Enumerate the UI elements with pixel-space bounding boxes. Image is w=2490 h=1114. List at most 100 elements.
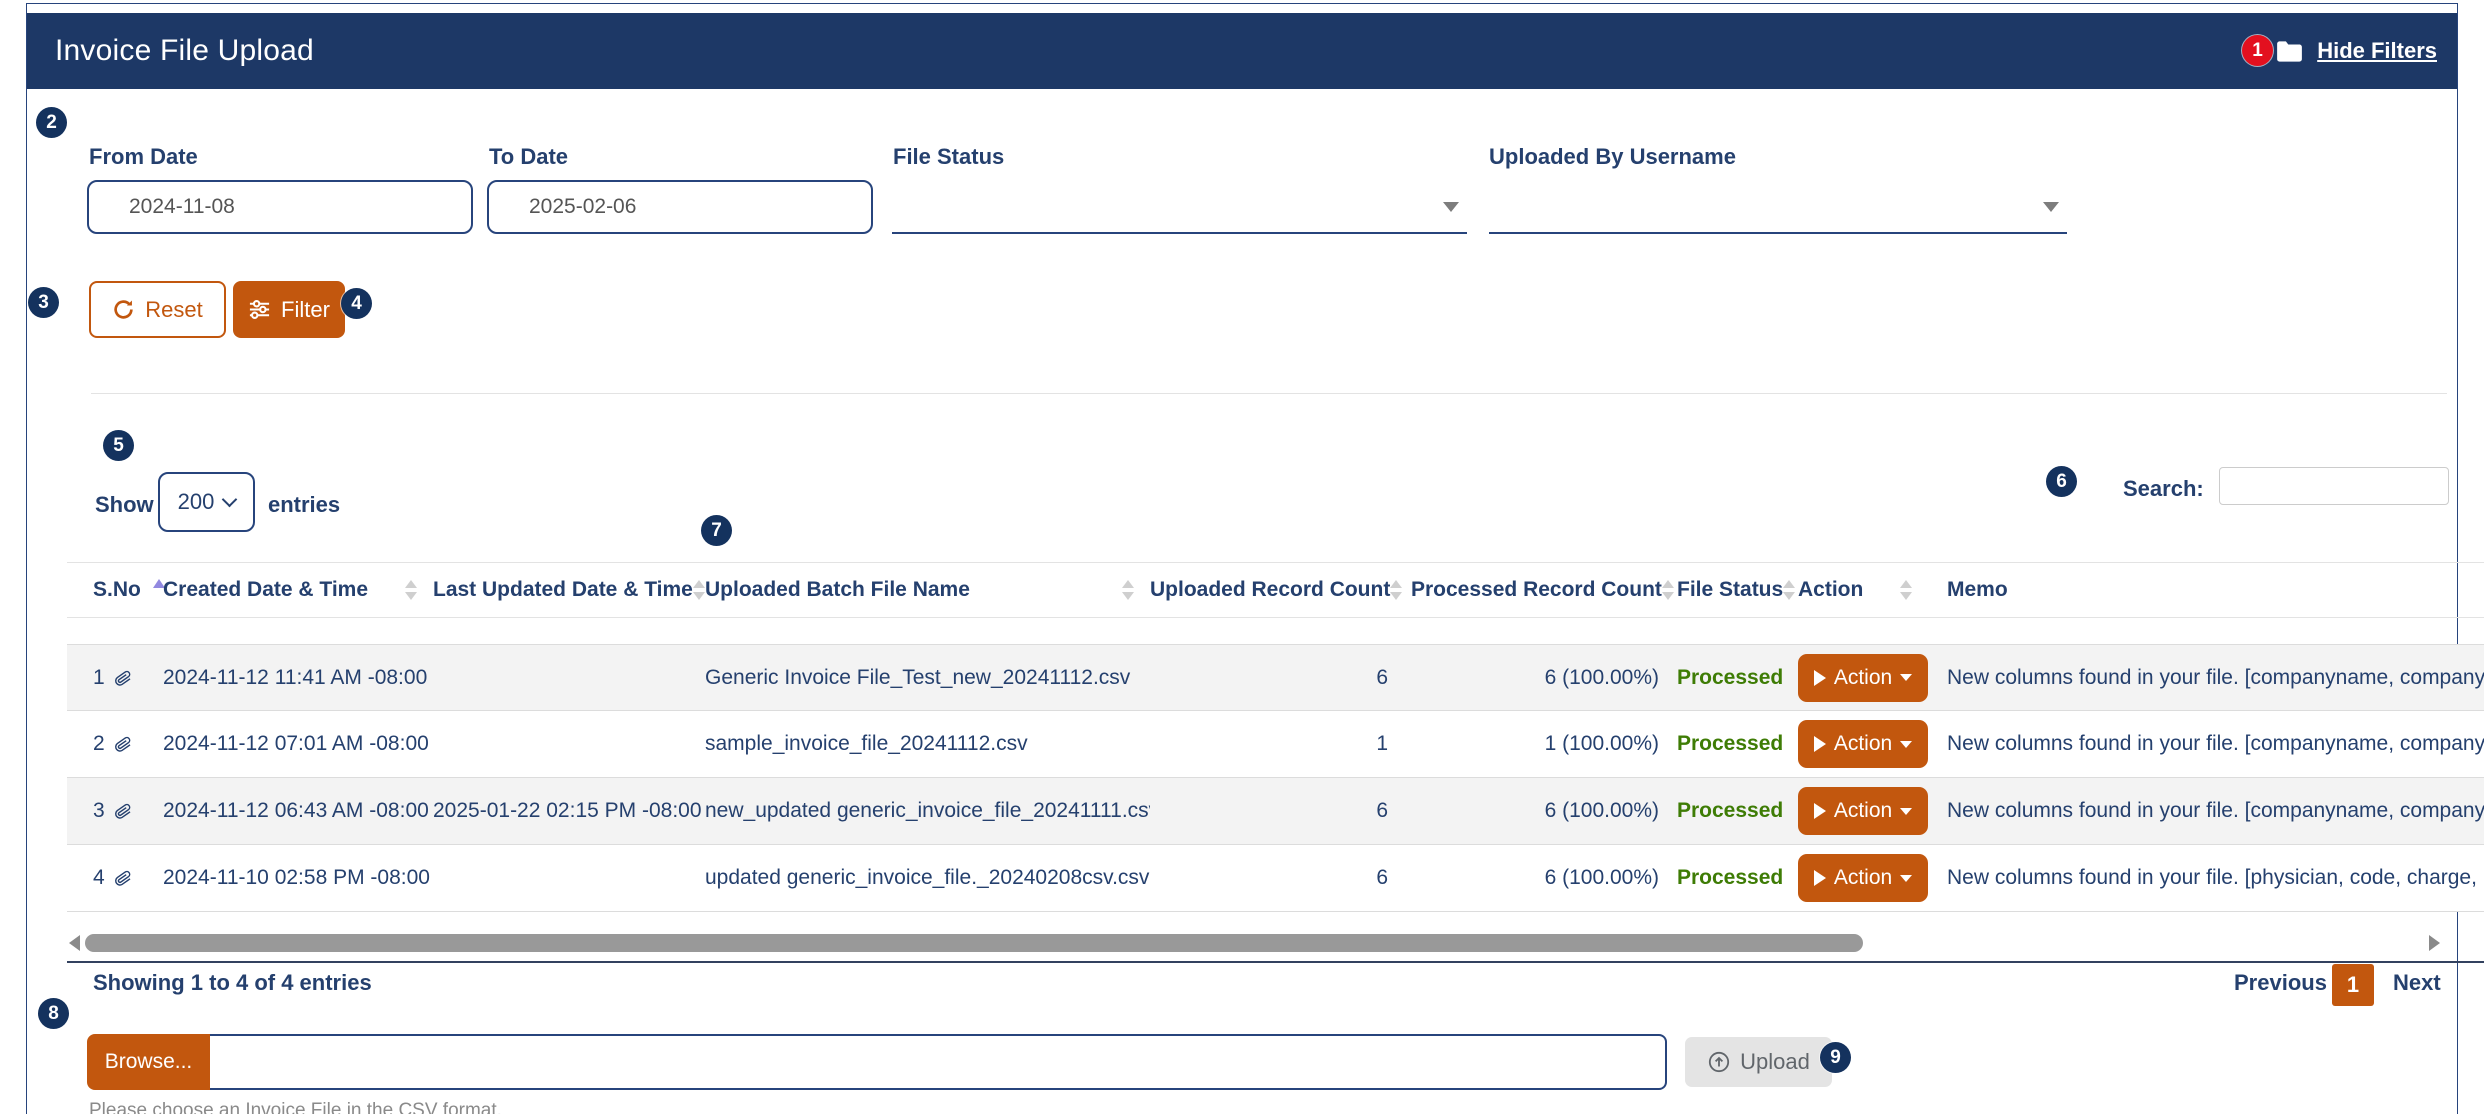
showing-entries-text: Showing 1 to 4 of 4 entries (93, 970, 372, 996)
status-badge: Processed (1659, 666, 1783, 690)
column-header-memo: Memo (1928, 563, 2484, 617)
search-input[interactable] (2219, 467, 2449, 505)
scrollbar-thumb[interactable] (85, 934, 1863, 952)
cell-sno: 2 (93, 732, 163, 756)
som-badge-8: 8 (38, 998, 69, 1029)
table-row: 12024-11-12 11:41 AM -08:00Generic Invoi… (67, 644, 2484, 711)
column-header-processed[interactable]: Processed Record Count (1393, 563, 1659, 617)
cell-processed-count: 6 (100.00%) (1393, 666, 1659, 690)
pagination-previous[interactable]: Previous (2234, 970, 2327, 996)
hide-filters-link[interactable]: Hide Filters (2317, 38, 2437, 64)
file-input[interactable] (210, 1034, 1667, 1090)
som-badge-2: 2 (36, 107, 67, 138)
upload-button[interactable]: Upload (1685, 1037, 1832, 1087)
som-badge-9: 9 (1820, 1042, 1851, 1073)
cell-sno: 4 (93, 866, 163, 890)
chevron-down-icon (1900, 674, 1912, 681)
cell-updated: 2025-01-22 02:15 PM -08:00 (433, 799, 705, 823)
table-bottom-border (67, 961, 2484, 963)
column-header-status[interactable]: File Status (1659, 563, 1783, 617)
cell-filename: new_updated generic_invoice_file_2024111… (705, 799, 1150, 823)
attachment-icon[interactable] (113, 668, 133, 688)
sort-icon (405, 580, 417, 600)
column-header-action[interactable]: Action (1783, 563, 1928, 617)
table-row: 42024-11-10 02:58 PM -08:00updated gener… (67, 845, 2484, 912)
scroll-right-arrow-icon[interactable] (2429, 935, 2440, 951)
sort-icon (693, 580, 705, 600)
cell-memo: New columns found in your file. [company… (1928, 666, 2484, 690)
cell-sno: 3 (93, 799, 163, 823)
column-header-created[interactable]: Created Date & Time (163, 563, 433, 617)
from-date-input[interactable] (87, 180, 473, 234)
play-icon (1814, 870, 1826, 886)
table-row: 22024-11-12 07:01 AM -08:00 sample_invoic… (67, 711, 2484, 778)
pagination-page-1[interactable]: 1 (2332, 964, 2374, 1006)
attachment-icon[interactable] (113, 734, 133, 754)
page-size-select[interactable]: 200 (158, 472, 255, 532)
play-icon (1814, 803, 1826, 819)
horizontal-scrollbar (67, 932, 2484, 954)
cell-created: 2024-11-12 06:43 AM -08:00 (163, 799, 433, 823)
cell-memo: New columns found in your file. [company… (1928, 799, 2484, 823)
som-badge-4: 4 (341, 288, 372, 319)
folder-icon (2276, 40, 2303, 63)
page-title: Invoice File Upload (55, 34, 314, 68)
cell-uploaded-count: 1 (1150, 732, 1393, 756)
row-action-button[interactable]: Action (1798, 654, 1928, 702)
file-status-label: File Status (893, 144, 1004, 170)
som-badge-6: 6 (2046, 466, 2077, 497)
upload-helper-text: Please choose an Invoice File in the CSV… (89, 1100, 502, 1114)
row-action-button[interactable]: Action (1798, 854, 1928, 902)
search-label: Search: (2123, 476, 2204, 502)
row-action-button[interactable]: Action (1798, 787, 1928, 835)
chevron-down-icon (2043, 202, 2059, 212)
column-header-updated[interactable]: Last Updated Date & Time (433, 563, 705, 617)
cell-created: 2024-11-12 11:41 AM -08:00 (163, 666, 433, 690)
status-badge: Processed (1659, 866, 1783, 890)
pagination-next[interactable]: Next (2393, 970, 2441, 996)
column-header-filename[interactable]: Uploaded Batch File Name (705, 563, 1150, 617)
browse-button[interactable]: Browse... (87, 1034, 210, 1090)
table-header-row: S.NoCreated Date & TimeLast Updated Date… (67, 562, 2484, 618)
chevron-down-icon (1900, 741, 1912, 748)
reset-icon (112, 298, 135, 321)
filter-button[interactable]: Filter (233, 281, 345, 338)
column-header-sno[interactable]: S.No (93, 563, 163, 617)
to-date-input[interactable] (487, 180, 873, 234)
chevron-down-icon (1443, 202, 1459, 212)
show-label: Show (95, 492, 154, 518)
cell-uploaded-count: 6 (1150, 666, 1393, 690)
page: Invoice File Upload Hide Filters From Da… (0, 0, 2490, 1114)
uploaded-by-select[interactable] (1489, 180, 2067, 234)
uploaded-by-label: Uploaded By Username (1489, 144, 1736, 170)
cell-filename: updated generic_invoice_file._20240208cs… (705, 866, 1150, 890)
cell-sno: 1 (93, 666, 163, 690)
som-badge-5: 5 (103, 430, 134, 461)
table-body: 12024-11-12 11:41 AM -08:00Generic Invoi… (67, 644, 2484, 912)
file-status-select[interactable] (892, 180, 1467, 234)
sliders-icon (248, 298, 271, 321)
play-icon (1814, 670, 1826, 686)
sort-icon (1122, 580, 1134, 600)
som-badge-1: 1 (2242, 35, 2273, 66)
divider (91, 393, 2447, 394)
scroll-left-arrow-icon[interactable] (69, 935, 80, 951)
cell-uploaded-count: 6 (1150, 866, 1393, 890)
column-header-uploaded[interactable]: Uploaded Record Count (1150, 563, 1393, 617)
som-badge-3: 3 (28, 287, 59, 318)
row-action-button[interactable]: Action (1798, 720, 1928, 768)
cell-uploaded-count: 6 (1150, 799, 1393, 823)
status-badge: Processed (1659, 799, 1783, 823)
cell-filename: sample_invoice_file_20241112.csv (705, 732, 1150, 756)
cell-memo: New columns found in your file. [physici… (1928, 866, 2484, 890)
cell-created: 2024-11-12 07:01 AM -08:00 (163, 732, 433, 756)
cell-processed-count: 1 (100.00%) (1393, 732, 1659, 756)
attachment-icon[interactable] (113, 868, 133, 888)
from-date-label: From Date (89, 144, 198, 170)
reset-button[interactable]: Reset (89, 281, 226, 338)
attachment-icon[interactable] (113, 801, 133, 821)
chevron-down-icon (1900, 808, 1912, 815)
play-icon (1814, 736, 1826, 752)
sort-icon (1900, 580, 1912, 600)
cell-processed-count: 6 (100.00%) (1393, 799, 1659, 823)
